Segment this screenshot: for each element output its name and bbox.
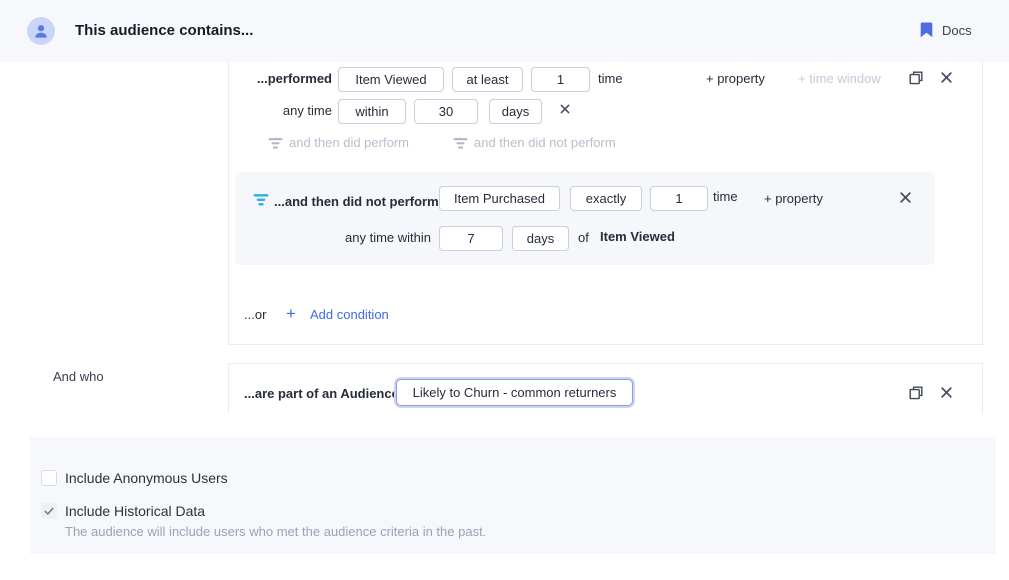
add-condition-button[interactable]: Add condition [310, 307, 389, 322]
performed-label: ...performed [241, 71, 332, 86]
plus-icon[interactable]: + [286, 304, 296, 324]
operator-select[interactable]: at least [452, 67, 523, 92]
audience-condition-label: ...are part of an Audience [244, 386, 399, 401]
add-then-did-not-perform-button[interactable]: and then did not perform [474, 135, 616, 150]
copy-icon [908, 385, 924, 401]
any-time-label: any time [241, 103, 332, 118]
person-icon [33, 23, 49, 39]
event-select[interactable]: Item Viewed [338, 67, 444, 92]
audience-builder-page: This audience contains... Docs ...perfor… [0, 0, 1009, 580]
include-historical-description: The audience will include users who met … [65, 524, 486, 539]
subcondition-window-unit-select[interactable]: days [512, 226, 569, 251]
of-event-label: Item Viewed [600, 229, 675, 244]
copy-icon [908, 70, 924, 86]
audience-select-input[interactable] [396, 379, 633, 406]
duplicate-condition-button[interactable] [908, 385, 924, 401]
or-label: ...or [244, 307, 266, 322]
close-icon [899, 191, 912, 204]
add-time-window-button: + time window [798, 71, 881, 86]
include-historical-label[interactable]: Include Historical Data [65, 503, 205, 519]
include-anonymous-checkbox[interactable] [41, 470, 57, 486]
count-input[interactable] [531, 67, 590, 92]
close-icon [940, 386, 953, 399]
funnel-icon [453, 137, 468, 150]
subcondition-box: ...and then did not perform Item Purchas… [235, 172, 935, 265]
of-label: of [578, 230, 589, 245]
funnel-icon [268, 137, 283, 150]
include-anonymous-label[interactable]: Include Anonymous Users [65, 470, 228, 486]
add-property-button[interactable]: + property [706, 71, 765, 86]
header: This audience contains... Docs [0, 0, 1009, 62]
user-avatar-icon [27, 17, 55, 45]
remove-condition-button[interactable] [940, 386, 953, 399]
window-value-input[interactable] [414, 99, 478, 124]
add-then-did-perform-button[interactable]: and then did perform [289, 135, 409, 150]
and-who-label: And who [53, 369, 104, 384]
remove-condition-button[interactable] [940, 71, 953, 84]
options-panel: Include Anonymous Users Include Historic… [30, 437, 996, 554]
subcondition-window-label: any time within [331, 230, 431, 245]
window-unit-select[interactable]: days [489, 99, 542, 124]
remove-time-window-button[interactable] [559, 103, 571, 115]
docs-link[interactable]: Docs [920, 22, 972, 38]
time-unit-label: time [598, 71, 623, 86]
check-icon [43, 505, 55, 517]
time-unit-label: time [713, 189, 738, 204]
subcondition-window-value-input[interactable] [439, 226, 503, 251]
bookmark-icon [920, 22, 933, 38]
remove-subcondition-button[interactable] [899, 191, 912, 204]
include-historical-checkbox[interactable] [41, 503, 57, 519]
close-icon [559, 103, 571, 115]
subcondition-event-select[interactable]: Item Purchased [439, 186, 560, 211]
docs-label: Docs [942, 23, 972, 38]
add-property-button[interactable]: + property [764, 191, 823, 206]
page-title: This audience contains... [75, 22, 253, 39]
subcondition-operator-select[interactable]: exactly [570, 186, 642, 211]
condition-group-card: ...performed Item Viewed at least time +… [228, 62, 983, 345]
close-icon [940, 71, 953, 84]
window-operator-select[interactable]: within [338, 99, 406, 124]
funnel-icon [253, 193, 269, 207]
subcondition-label: ...and then did not perform [274, 194, 439, 209]
subcondition-count-input[interactable] [650, 186, 708, 211]
duplicate-condition-button[interactable] [908, 70, 924, 86]
audience-condition-card: ...are part of an Audience [228, 363, 983, 414]
